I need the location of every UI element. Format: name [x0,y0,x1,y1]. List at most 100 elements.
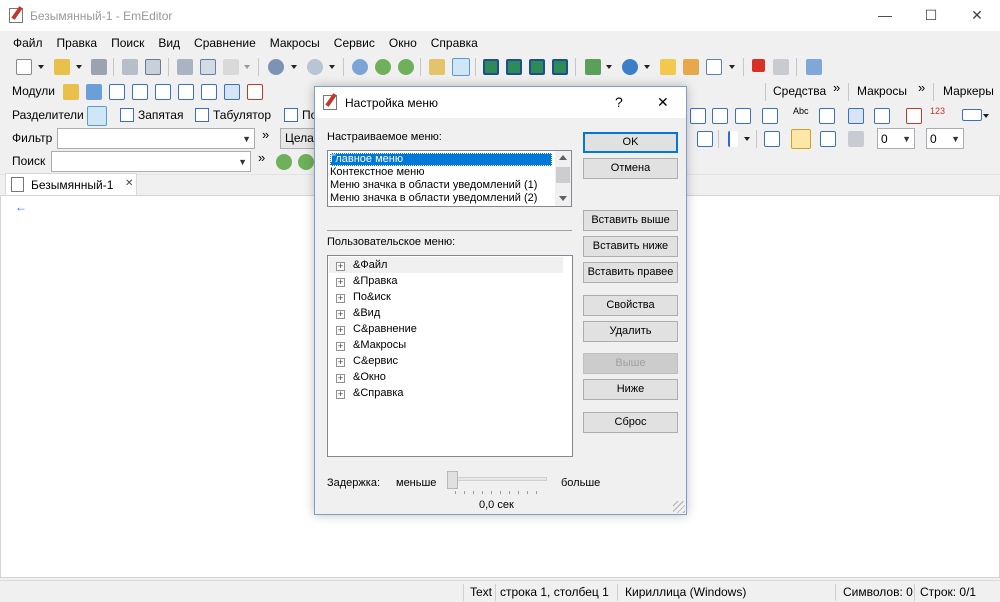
numbering-icon[interactable] [906,108,922,124]
menu-view[interactable]: Вид [151,33,187,54]
move-up-button[interactable]: Выше [583,353,678,374]
resize-grip-icon[interactable] [673,501,685,513]
list-item[interactable]: Меню значка в области уведомлений (2) [330,192,537,205]
module-icon[interactable] [63,84,79,100]
module-icon[interactable] [109,84,125,100]
slider-thumb[interactable] [447,471,458,489]
print-preview-icon[interactable] [145,59,161,75]
menu-edit[interactable]: Правка [50,33,105,54]
module-icon[interactable] [132,84,148,100]
chevron-down-icon[interactable] [744,137,750,141]
plugin-icon[interactable] [806,59,822,75]
expand-icon[interactable]: + [336,342,345,351]
list-item[interactable]: Главное меню [330,153,552,166]
module-icon[interactable] [224,84,240,100]
tab-option[interactable]: Табулятор [195,108,271,122]
expand-icon[interactable]: + [336,358,345,367]
chevron-down-icon[interactable]: ▼ [951,134,960,144]
scroll-up-icon[interactable] [559,155,567,160]
module-icon[interactable] [247,84,263,100]
status-position[interactable]: строка 1, столбец 1 [500,585,609,599]
column-icon[interactable] [848,108,864,124]
dialog-close-button[interactable]: ✕ [657,94,669,111]
sequence-icon[interactable]: 123 [930,106,945,116]
maximize-button[interactable]: ☐ [908,0,954,31]
tree-item[interactable]: + &Правка [336,273,398,289]
tree-item[interactable]: + &Макросы [336,337,406,353]
separators-label[interactable]: Разделители [12,108,84,122]
column-icon[interactable] [874,108,890,124]
status-encoding[interactable]: Кириллица (Windows) [625,585,746,599]
redo-icon[interactable] [307,59,323,75]
reset-button[interactable]: Сброс [583,412,678,433]
chevron-down-icon[interactable] [983,114,989,118]
modules-label[interactable]: Модули [12,84,55,98]
menu-help[interactable]: Справка [424,33,485,54]
find-next-icon[interactable] [375,59,391,75]
close-tab-icon[interactable]: ✕ [125,178,133,189]
chevron-down-icon[interactable] [244,65,250,69]
chevron-down-icon[interactable]: ▼ [242,134,251,144]
lock-icon[interactable] [791,129,811,149]
ok-button[interactable]: OK [583,132,678,153]
find-previous-icon[interactable] [398,59,414,75]
menu-file[interactable]: Файл [6,33,50,54]
open-folder-icon[interactable] [54,59,70,75]
find-previous-icon[interactable] [298,154,314,170]
find-next-icon[interactable] [276,154,292,170]
all-config-icon[interactable] [683,59,699,75]
custom-menu-list[interactable]: Главное меню Контекстное меню Меню значк… [327,150,572,207]
chevron-down-icon[interactable] [729,65,735,69]
chevron-down-icon[interactable] [291,65,297,69]
scroll-down-icon[interactable] [559,196,567,201]
toolbar-overflow[interactable]: » [833,80,840,95]
chevron-down-icon[interactable] [38,65,44,69]
expand-icon[interactable]: + [336,278,345,287]
close-button[interactable]: ✕ [954,0,1000,31]
tree-item[interactable]: + С&равнение [336,321,417,337]
cut-icon[interactable] [177,59,193,75]
new-file-icon[interactable] [16,59,32,75]
undo-icon[interactable] [268,59,284,75]
scrollbar[interactable] [555,151,571,206]
checklist-icon[interactable] [706,59,722,75]
config-icon[interactable] [660,59,676,75]
encoding-icon[interactable] [622,59,638,75]
expand-icon[interactable]: + [336,390,345,399]
sort-ascending-icon[interactable] [690,108,706,124]
ruler-icon[interactable] [962,109,982,121]
expand-icon[interactable]: + [336,326,345,335]
list-item[interactable]: Контекстное меню [330,166,424,179]
delay-slider[interactable] [447,471,549,495]
module-icon[interactable] [155,84,171,100]
numeric-combo-2[interactable]: 0 ▼ [926,128,964,149]
menu-compare[interactable]: Сравнение [187,33,263,54]
refresh-icon[interactable] [848,131,864,147]
sort-icon[interactable] [762,108,778,124]
insert-right-button[interactable]: Вставить правее [583,262,678,283]
tree-item[interactable]: + &Вид [336,305,380,321]
bookmark-list-icon[interactable] [483,59,499,75]
filter-bar-icon[interactable] [764,131,780,147]
insert-above-button[interactable]: Вставить выше [583,210,678,231]
spell-check-icon[interactable]: Abc [793,106,809,116]
bookmark-prev-icon[interactable] [506,59,522,75]
menu-macros[interactable]: Макросы [263,33,327,54]
chevron-down-icon[interactable] [76,65,82,69]
column-icon[interactable] [820,131,836,147]
run-macro-icon[interactable] [773,59,789,75]
module-icon[interactable] [86,84,102,100]
numeric-combo-1[interactable]: 0 ▼ [877,128,915,149]
menu-window[interactable]: Окно [382,33,424,54]
tools-label[interactable]: Средства [773,84,826,98]
minimize-button[interactable]: — [862,0,908,31]
toolbar-overflow[interactable]: » [262,127,269,142]
tree-item[interactable]: + С&ервис [336,353,398,369]
stop-recording-icon[interactable] [752,59,765,72]
list-item[interactable]: Меню значка в области уведомлений (1) [330,179,537,192]
bookmark-next-icon[interactable] [529,59,545,75]
save-icon[interactable] [91,59,107,75]
chevron-down-icon[interactable] [644,65,650,69]
toolbar-overflow[interactable]: » [258,150,265,165]
bookmark-clear-icon[interactable] [552,59,568,75]
